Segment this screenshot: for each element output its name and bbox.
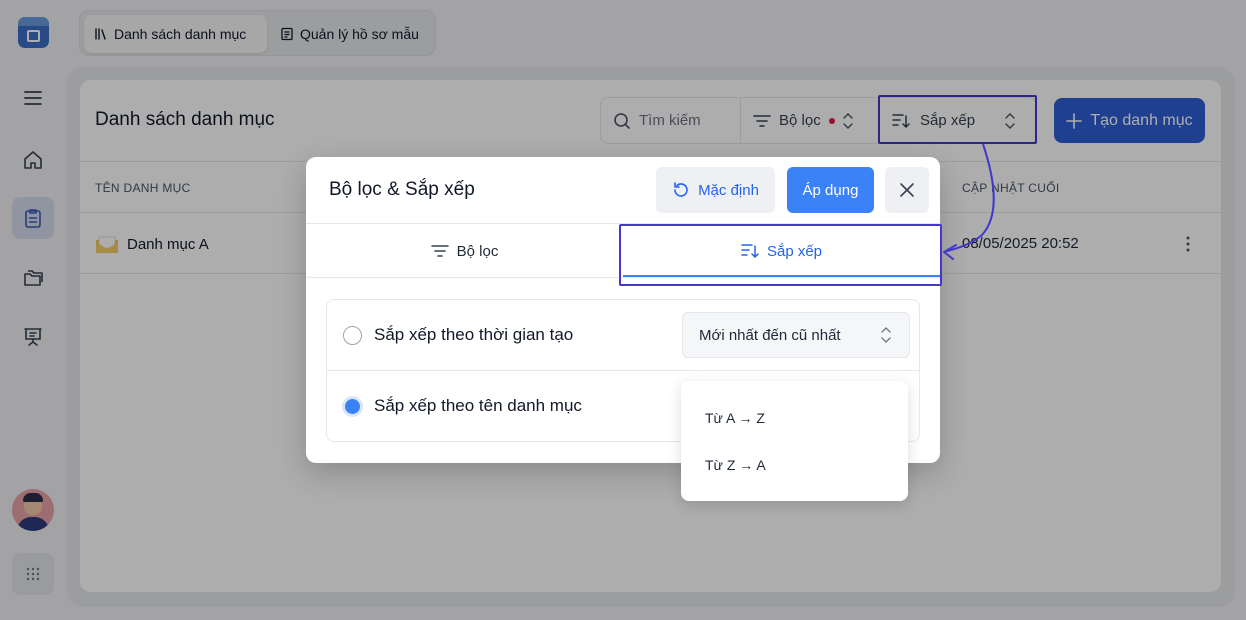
sort-option-created[interactable]: Sắp xếp theo thời gian tạo Mới nhất đến … (327, 300, 919, 371)
close-icon (900, 183, 914, 197)
tab-label: Bộ lọc (456, 242, 499, 260)
option-label: Sắp xếp theo tên danh mục (374, 396, 582, 415)
apply-button[interactable]: Áp dụng (787, 167, 874, 213)
select-value: Mới nhất đến cũ nhất (699, 326, 841, 344)
order-dropdown-menu: Từ A → Z Từ Z → A (681, 381, 908, 501)
reset-label: Mặc định (698, 181, 759, 199)
order-select[interactable]: Mới nhất đến cũ nhất (682, 312, 910, 358)
tab-filter[interactable]: Bộ lọc (306, 224, 623, 278)
radio-checked[interactable] (342, 396, 363, 417)
app: Danh sách danh mục Quản lý hồ sơ mẫu Dan… (0, 0, 1246, 620)
dropdown-option-z-a[interactable]: Từ Z → A (705, 457, 766, 473)
filter-icon (430, 245, 449, 257)
modal-title: Bộ lọc & Sắp xếp (329, 179, 475, 200)
close-button[interactable] (885, 167, 929, 213)
reset-default-button[interactable]: Mặc định (656, 167, 775, 213)
dropdown-option-a-z[interactable]: Từ A → Z (705, 410, 765, 426)
sort-tab-highlight (619, 224, 942, 286)
radio-unchecked[interactable] (343, 326, 362, 345)
option-label: Sắp xếp theo thời gian tạo (374, 325, 574, 344)
reset-icon (674, 182, 688, 197)
chevron-updown-icon (881, 327, 891, 343)
